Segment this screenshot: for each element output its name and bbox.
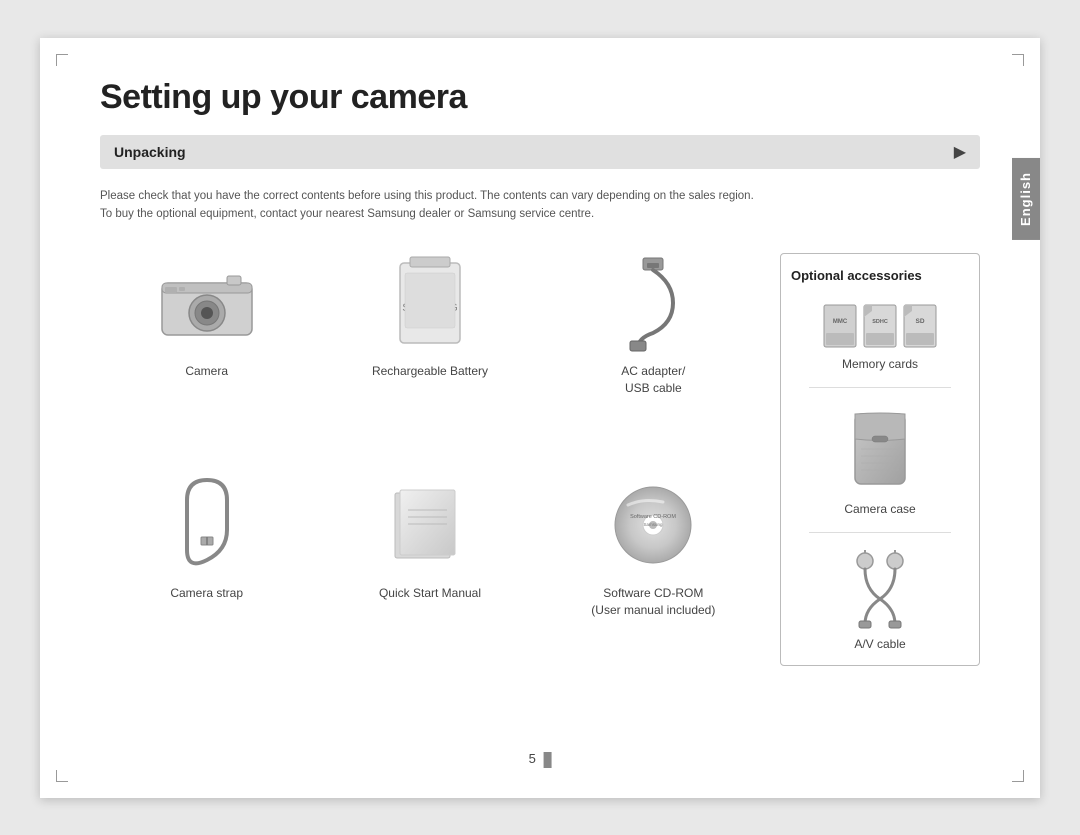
svg-text:MMC: MMC	[833, 319, 848, 325]
divider-2	[809, 532, 951, 533]
svg-text:SD: SD	[915, 318, 924, 325]
battery-icon: SAMSUNG	[390, 253, 470, 353]
case-label: Camera case	[844, 502, 915, 516]
camera-case-icon	[845, 404, 915, 494]
memory-cards-image: MMC SDHC SD	[822, 303, 938, 349]
battery-image: SAMSUNG	[370, 253, 490, 353]
item-cdrom: Software CD-ROM Samsung Software CD-ROM(…	[547, 475, 760, 667]
cable-label: AC adapter/USB cable	[621, 363, 685, 397]
item-manual: Quick Start Manual	[323, 475, 536, 667]
cdrom-label: Software CD-ROM(User manual included)	[591, 585, 715, 619]
manual-image	[370, 475, 490, 575]
svg-text:Samsung: Samsung	[644, 522, 664, 527]
camera-icon	[157, 263, 257, 343]
item-battery: SAMSUNG Rechargeable Battery	[323, 253, 536, 445]
cable-icon	[618, 253, 688, 353]
camera-image	[147, 253, 267, 353]
page-accent	[543, 752, 551, 768]
manual-label: Quick Start Manual	[379, 585, 481, 602]
corner-br	[1012, 770, 1024, 782]
cdrom-icon: Software CD-ROM Samsung	[608, 480, 698, 570]
strap-image	[147, 475, 267, 575]
page-title: Setting up your camera	[100, 78, 980, 117]
item-camera: Camera	[100, 253, 313, 445]
item-strap: Camera strap	[100, 475, 313, 667]
cable-image	[593, 253, 713, 353]
battery-label: Rechargeable Battery	[372, 363, 488, 380]
item-cable: AC adapter/USB cable	[547, 253, 760, 445]
corner-bl	[56, 770, 68, 782]
page: English Setting up your camera Unpacking…	[40, 38, 1040, 798]
optional-item-avcable: A/V cable	[845, 549, 915, 651]
corner-tr	[1012, 54, 1024, 66]
divider-1	[809, 387, 951, 388]
cdrom-image: Software CD-ROM Samsung	[593, 475, 713, 575]
section-title: Unpacking	[114, 144, 186, 160]
strap-icon	[177, 475, 237, 575]
sdhc-card-icon: SDHC	[862, 303, 898, 349]
optional-title: Optional accessories	[791, 268, 922, 283]
optional-panel: Optional accessories MMC SDHC	[780, 253, 980, 666]
strap-label: Camera strap	[170, 585, 243, 602]
optional-item-memory: MMC SDHC SD	[822, 303, 938, 371]
items-grid: Camera SAMSUNG Rechargeable Battery	[100, 253, 760, 666]
side-tab: English	[1012, 158, 1040, 240]
corner-tl	[56, 54, 68, 66]
section-arrow-icon: ▶	[954, 142, 966, 162]
svg-text:Software CD-ROM: Software CD-ROM	[630, 514, 676, 520]
main-content: Camera SAMSUNG Rechargeable Battery	[100, 253, 980, 666]
optional-item-case: Camera case	[844, 404, 915, 516]
description-text: Please check that you have the correct c…	[100, 187, 820, 224]
memory-label: Memory cards	[842, 357, 918, 371]
page-number: 5	[529, 751, 552, 768]
manual-icon	[380, 485, 480, 565]
camera-label: Camera	[185, 363, 228, 380]
sd-card-icon: SD	[902, 303, 938, 349]
avcable-label: A/V cable	[854, 637, 905, 651]
svg-text:SDHC: SDHC	[872, 319, 888, 325]
section-bar: Unpacking ▶	[100, 135, 980, 169]
av-cable-icon	[845, 549, 915, 629]
mmc-card-icon: MMC	[822, 303, 858, 349]
